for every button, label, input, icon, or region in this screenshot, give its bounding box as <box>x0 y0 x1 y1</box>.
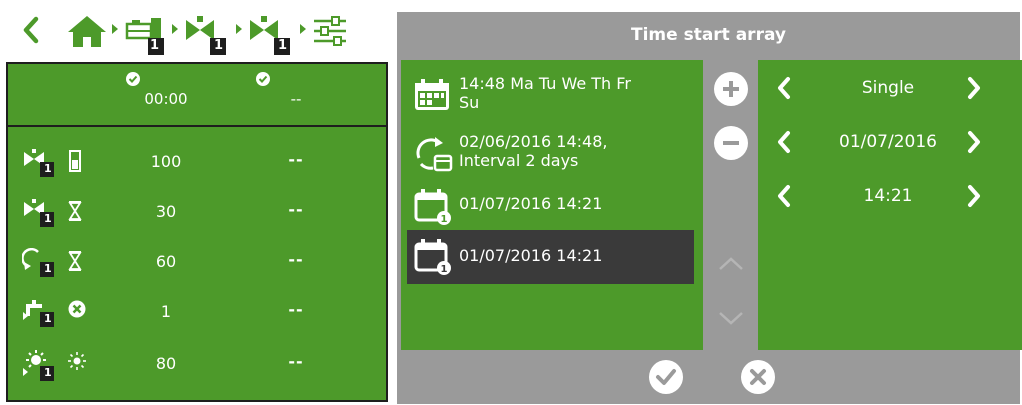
breadcrumb-badge: 1 <box>278 38 288 53</box>
column-header-1[interactable]: 00:00 <box>126 72 206 108</box>
row-value: 1 <box>160 302 172 321</box>
tank-level-icon <box>68 150 82 172</box>
breadcrumb-badge: 1 <box>214 38 224 53</box>
dialog-actions <box>397 350 1020 404</box>
list-item-line1: 02/06/2016 14:48, <box>459 132 608 151</box>
cancel-circle-icon <box>68 300 86 318</box>
plus-icon <box>723 81 739 97</box>
row-value: 60 <box>155 252 177 271</box>
single-calendar-icon: 1 <box>413 238 453 276</box>
row-value: 80 <box>155 354 177 373</box>
breadcrumb: 1 1 1 <box>0 0 384 62</box>
pump-motor-icon[interactable] <box>124 14 166 56</box>
back-chevron-icon[interactable] <box>22 16 40 44</box>
column-header-2[interactable]: -- <box>256 72 336 108</box>
list-item[interactable]: 14:48 Ma Tu We Th Fr Su <box>407 70 694 120</box>
date-prev-chevron-icon[interactable] <box>776 130 792 154</box>
entry-editor: Single 01/07/2016 14:21 <box>758 60 1022 350</box>
row-value-2: -- <box>288 300 304 319</box>
settings-sliders-icon[interactable] <box>312 16 348 46</box>
list-item-line2: Su <box>459 93 480 112</box>
add-button[interactable] <box>714 72 748 106</box>
breadcrumb-separator-icon <box>172 24 178 34</box>
row-badge: 1 <box>44 162 52 175</box>
column-time-1: 00:00 <box>144 90 188 108</box>
check-icon <box>656 369 676 385</box>
list-item-line2: Interval 2 days <box>459 151 579 170</box>
table-row[interactable]: 1 60 -- <box>8 244 386 280</box>
svg-text:1: 1 <box>441 264 448 275</box>
row-value: 30 <box>155 202 177 221</box>
row-badge: 1 <box>44 262 52 275</box>
mode-selector: Single <box>758 68 1022 108</box>
list-item-line1: 01/07/2016 14:21 <box>459 194 603 213</box>
single-calendar-icon: 1 <box>413 188 453 226</box>
breadcrumb-badge: 1 <box>150 38 160 53</box>
weekly-calendar-icon <box>413 78 451 112</box>
hourglass-icon <box>68 200 82 222</box>
cancel-button[interactable] <box>741 360 775 394</box>
row-badge: 1 <box>44 312 52 325</box>
list-item-line1: 01/07/2016 14:21 <box>459 246 603 265</box>
remove-button[interactable] <box>714 126 748 160</box>
list-item-selected[interactable]: 1 01/07/2016 14:21 <box>407 230 694 284</box>
mode-prev-chevron-icon[interactable] <box>776 76 792 100</box>
time-value: 14:21 <box>863 186 913 206</box>
date-value: 01/07/2016 <box>839 132 937 152</box>
schedule-table: 00:00 -- 1 100 -- 1 30 -- 1 60 -- 1 1 --… <box>6 62 388 402</box>
confirm-button[interactable] <box>649 360 683 394</box>
mode-next-chevron-icon[interactable] <box>966 76 982 100</box>
time-start-list: 14:48 Ma Tu We Th Fr Su 02/06/2016 14:48… <box>401 60 703 350</box>
row-value-2: -- <box>288 250 304 269</box>
home-icon[interactable] <box>66 14 108 48</box>
breadcrumb-separator-icon <box>236 24 242 34</box>
row-badge: 1 <box>44 212 52 225</box>
table-row[interactable]: 1 100 -- <box>8 144 386 180</box>
dialog-title: Time start array <box>630 25 786 45</box>
table-row[interactable]: 1 80 -- <box>8 346 386 382</box>
list-controls <box>703 60 758 350</box>
close-icon <box>750 369 766 385</box>
sun-small-icon <box>68 352 86 370</box>
table-row[interactable]: 1 1 -- <box>8 294 386 330</box>
list-item[interactable]: 02/06/2016 14:48, Interval 2 days <box>407 128 694 178</box>
scroll-up-icon[interactable] <box>717 256 745 272</box>
list-item[interactable]: 1 01/07/2016 14:21 <box>407 182 694 228</box>
row-value-2: -- <box>288 200 304 219</box>
breadcrumb-separator-icon <box>300 24 306 34</box>
minus-icon <box>723 141 739 145</box>
row-value-2: -- <box>288 150 304 169</box>
row-badge: 1 <box>44 366 52 379</box>
date-selector: 01/07/2016 <box>758 122 1022 162</box>
hourglass-icon <box>68 250 82 272</box>
svg-text:1: 1 <box>441 214 448 225</box>
time-selector: 14:21 <box>758 176 1022 216</box>
scroll-down-icon[interactable] <box>717 310 745 326</box>
table-row[interactable]: 1 30 -- <box>8 194 386 230</box>
check-circle-icon <box>126 72 206 86</box>
column-time-2: -- <box>290 90 302 108</box>
check-circle-icon <box>256 72 336 86</box>
mode-value: Single <box>861 78 915 98</box>
breadcrumb-separator-icon <box>112 24 118 34</box>
table-header: 00:00 -- <box>8 64 386 127</box>
row-value: 100 <box>150 152 182 171</box>
time-next-chevron-icon[interactable] <box>966 184 982 208</box>
list-item-line1: 14:48 Ma Tu We Th Fr <box>459 74 631 93</box>
interval-cycle-icon <box>413 136 453 172</box>
row-value-2: -- <box>288 352 304 371</box>
time-prev-chevron-icon[interactable] <box>776 184 792 208</box>
date-next-chevron-icon[interactable] <box>966 130 982 154</box>
